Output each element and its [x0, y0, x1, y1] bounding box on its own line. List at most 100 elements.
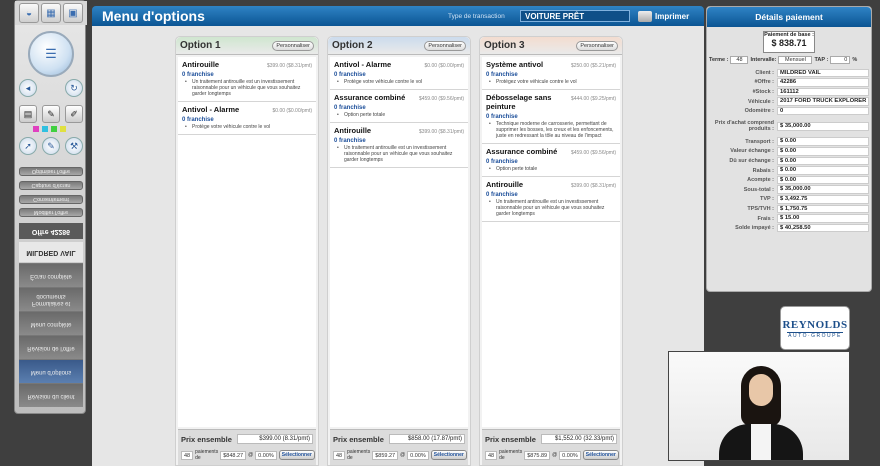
product-item[interactable]: Antivol - Alarme $0.00 ($0.00/pmt) 0 fra… [178, 102, 316, 135]
customize-button[interactable]: Personnaliser [424, 40, 466, 51]
webcam-video [668, 351, 850, 461]
action-icon-row: ➚ ✎ ⚒ [19, 137, 83, 155]
deductible-label: 0 franchise [486, 192, 518, 198]
option-title: Option 2 [332, 40, 373, 51]
detail-row: Véhicule : 2017 FORD TRUCK EXPLORER [709, 97, 869, 107]
terms-row: Terme : 48 Intervalle: Mensuel TAP : 0 % [709, 56, 869, 64]
product-item[interactable]: Antivol - Alarme $0.00 ($0.00/pmt) 0 fra… [330, 57, 468, 90]
detail-label: Véhicule : [748, 98, 774, 105]
detail-value: 42286 [777, 78, 869, 87]
product-name: Antirouille [486, 180, 524, 189]
product-name: Antirouille [182, 60, 220, 69]
package-price-label: Prix ensemble [485, 434, 536, 444]
compass-icon[interactable]: ➚ [19, 137, 37, 155]
base-payment-value: $ 838.71 [771, 38, 807, 48]
menu-item-offer-review[interactable]: Révision de l'offre [19, 335, 83, 359]
product-name: Système antivol [486, 60, 544, 69]
term-field[interactable]: 48 [181, 450, 194, 460]
product-name: Débosselage sans peinture [486, 93, 552, 111]
print-label: Imprimer [655, 11, 690, 21]
product-item[interactable]: Assurance combiné $459.00 ($9.56/pmt) 0 … [330, 90, 468, 123]
logo-name: REYNOLDS [782, 319, 848, 331]
calendar-icon[interactable]: ▦ [41, 3, 61, 23]
term-field[interactable]: 48 [333, 450, 346, 460]
dealer-icon[interactable]: ▣ [63, 3, 83, 23]
transaction-type-label: Type de transaction [448, 12, 505, 20]
option-products: Système antivol $250.00 ($5.21/pmt) 0 fr… [482, 57, 620, 427]
rate-prefix: @ [400, 452, 406, 458]
package-price-value: $399.00 (8.31/pmt) [237, 434, 313, 444]
deductible-label: 0 franchise [486, 72, 518, 78]
product-item[interactable]: Antirouille $399.00 ($8.31/pmt) 0 franch… [330, 123, 468, 168]
rate-field[interactable]: 0.00% [407, 450, 429, 460]
detail-row: TPS/TVH : $ 1,750.75 [709, 204, 869, 214]
detail-row: Sous-total : $ 35,000.00 [709, 185, 869, 195]
payments-label: paiements de [499, 449, 523, 461]
edit-icon[interactable]: ✎ [42, 137, 60, 155]
tap-input[interactable]: 0 [830, 56, 851, 64]
customize-button[interactable]: Personnaliser [576, 40, 618, 51]
main-menu-knob[interactable]: ☰ [28, 31, 74, 77]
tool-icon-row: ▤ ✎ ✐ [19, 105, 83, 123]
detail-label: Solde impayé : [735, 225, 774, 232]
edit-offer-button[interactable]: Modifier l'offre [19, 208, 83, 217]
calculator-icon[interactable]: ▤ [19, 105, 37, 123]
detail-label: Dû sur échange : [729, 157, 774, 164]
rate-field[interactable]: 0.00% [255, 450, 277, 460]
bell-icon[interactable]: ◒ [19, 3, 39, 23]
pencil-icon[interactable]: ✐ [65, 105, 83, 123]
interval-select[interactable]: Mensuel [778, 56, 813, 64]
menu-item-client-review[interactable]: Révision du client [19, 383, 83, 407]
rate-field[interactable]: 0.00% [559, 450, 581, 460]
select-button[interactable]: Sélectionner [430, 450, 467, 460]
print-button[interactable]: Imprimer [638, 10, 690, 22]
detail-value: $ 15.00 [777, 214, 869, 223]
consent-button[interactable]: Consentement [19, 195, 83, 204]
detail-value: $ 0.00 [777, 166, 869, 175]
menu-item-complete-menu[interactable]: Menu complète [19, 311, 83, 335]
page-title: Menu d'options [102, 8, 205, 24]
detail-row: TVP : $ 3,492.75 [709, 195, 869, 205]
rate-prefix: @ [552, 452, 558, 458]
product-description: Un traitement antirouille est un investi… [182, 79, 312, 97]
interval-label: Intervalle: [750, 57, 777, 63]
product-item[interactable]: Système antivol $250.00 ($5.21/pmt) 0 fr… [482, 57, 620, 90]
option-footer: Prix ensemble $858.00 (17.87/pmt) 48 pai… [330, 429, 468, 465]
screen-capture-button[interactable]: Capture d'écran [19, 181, 83, 190]
detail-row: Prix d'achat comprend produits : $ 35,00… [709, 116, 869, 137]
nav-icon-row: ◂ ↻ [19, 79, 83, 97]
detail-row: Frais : $ 15.00 [709, 214, 869, 224]
product-item[interactable]: Débosselage sans peinture $444.00 ($9.25… [482, 90, 620, 144]
refresh-icon[interactable]: ↻ [65, 79, 83, 97]
offer-number: Offre 42286 [19, 223, 83, 239]
term-input[interactable]: 48 [730, 56, 749, 64]
select-button[interactable]: Sélectionner [582, 450, 619, 460]
note-icon[interactable]: ✎ [42, 105, 60, 123]
select-button[interactable]: Sélectionner [278, 450, 315, 460]
product-description: Protégez votre véhicule contre le vol [486, 79, 616, 85]
tools-icon[interactable]: ⚒ [65, 137, 83, 155]
product-price: $250.00 ($5.21/pmt) [570, 63, 616, 69]
option-title: Option 1 [180, 40, 221, 51]
menu-item-complete-screen[interactable]: Écran complète [19, 263, 83, 287]
top-icon-bar: ◒ ▦ ▣ [15, 1, 87, 25]
optimize-offer-button[interactable]: Optimiser l'offre [19, 167, 83, 176]
transaction-type-select[interactable]: VOITURE PRÊT [520, 10, 630, 22]
option-column-2: Option 2 Personnaliser Antivol - Alarme … [327, 36, 471, 466]
product-price: $399.00 ($8.31/pmt) [570, 183, 616, 189]
menu-item-forms-documents[interactable]: Formulaires et documents [19, 287, 83, 311]
product-name: Assurance combiné [334, 93, 406, 102]
menu-item-options-menu[interactable]: Menu d'options [19, 359, 83, 383]
presenter-shirt [751, 424, 771, 460]
product-item[interactable]: Assurance combiné $459.00 ($9.56/pmt) 0 … [482, 144, 620, 177]
payments-label: paiements de [195, 449, 219, 461]
back-icon[interactable]: ◂ [19, 79, 37, 97]
term-field[interactable]: 48 [485, 450, 498, 460]
product-item[interactable]: Antirouille $399.00 ($8.31/pmt) 0 franch… [178, 57, 316, 102]
option-header: Option 1 Personnaliser [176, 37, 318, 55]
header-bar: Menu d'options Type de transaction VOITU… [92, 6, 704, 26]
product-item[interactable]: Antirouille $399.00 ($8.31/pmt) 0 franch… [482, 177, 620, 222]
detail-value: $ 0.00 [777, 147, 869, 156]
product-price: $399.00 ($8.31/pmt) [418, 129, 464, 135]
customize-button[interactable]: Personnaliser [272, 40, 314, 51]
